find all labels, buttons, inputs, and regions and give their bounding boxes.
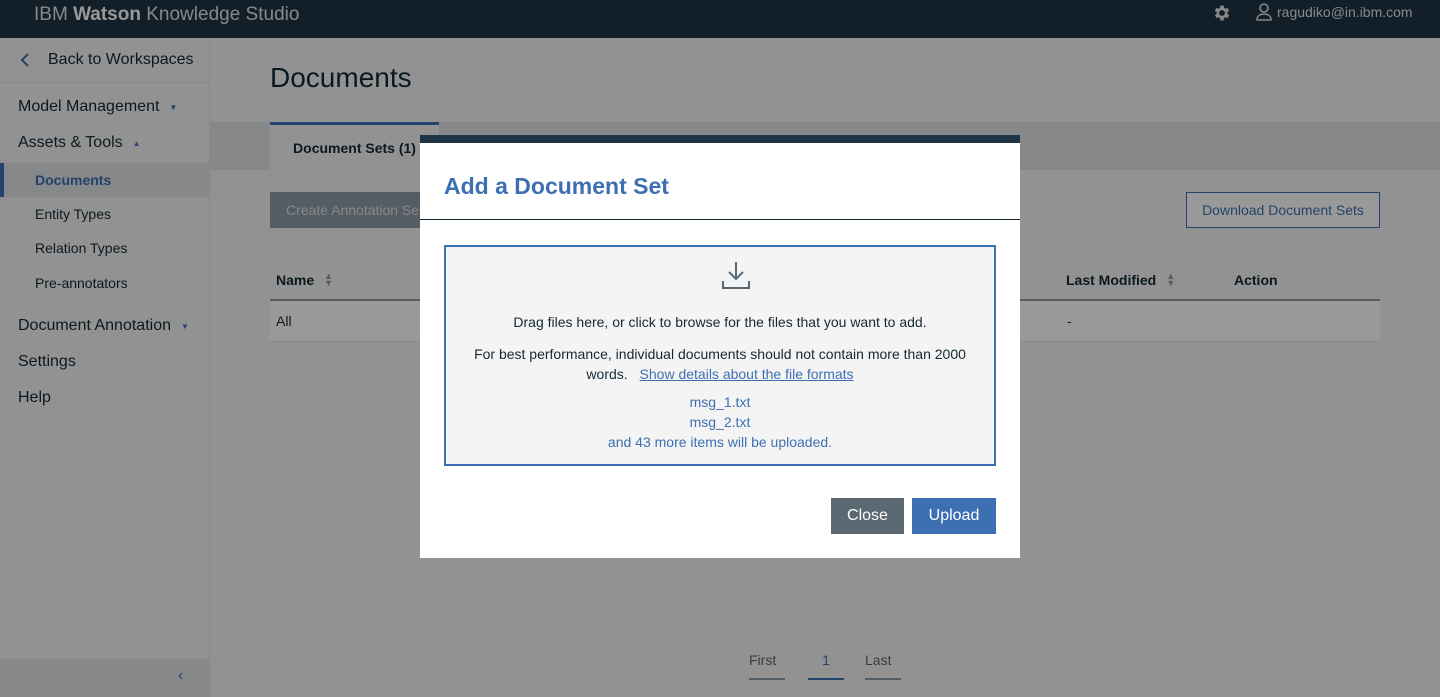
dialog-divider: [420, 219, 1020, 220]
upload-button[interactable]: Upload: [912, 498, 996, 534]
file-item: msg_2.txt: [689, 414, 751, 430]
performance-note: For best performance, individual documen…: [466, 344, 974, 384]
file-formats-link[interactable]: Show details about the file formats: [640, 366, 854, 382]
dialog-title: Add a Document Set: [444, 173, 669, 199]
close-button[interactable]: Close: [831, 498, 904, 534]
download-icon: [722, 262, 750, 289]
more-items-note: and 43 more items will be uploaded.: [607, 434, 833, 450]
drop-instruction: Drag files here, or click to browse for …: [513, 314, 927, 330]
file-drop-zone[interactable]: Drag files here, or click to browse for …: [444, 245, 996, 466]
file-item: msg_1.txt: [689, 394, 751, 410]
add-document-set-dialog: Add a Document Set Drag files here, or c…: [420, 135, 1020, 558]
